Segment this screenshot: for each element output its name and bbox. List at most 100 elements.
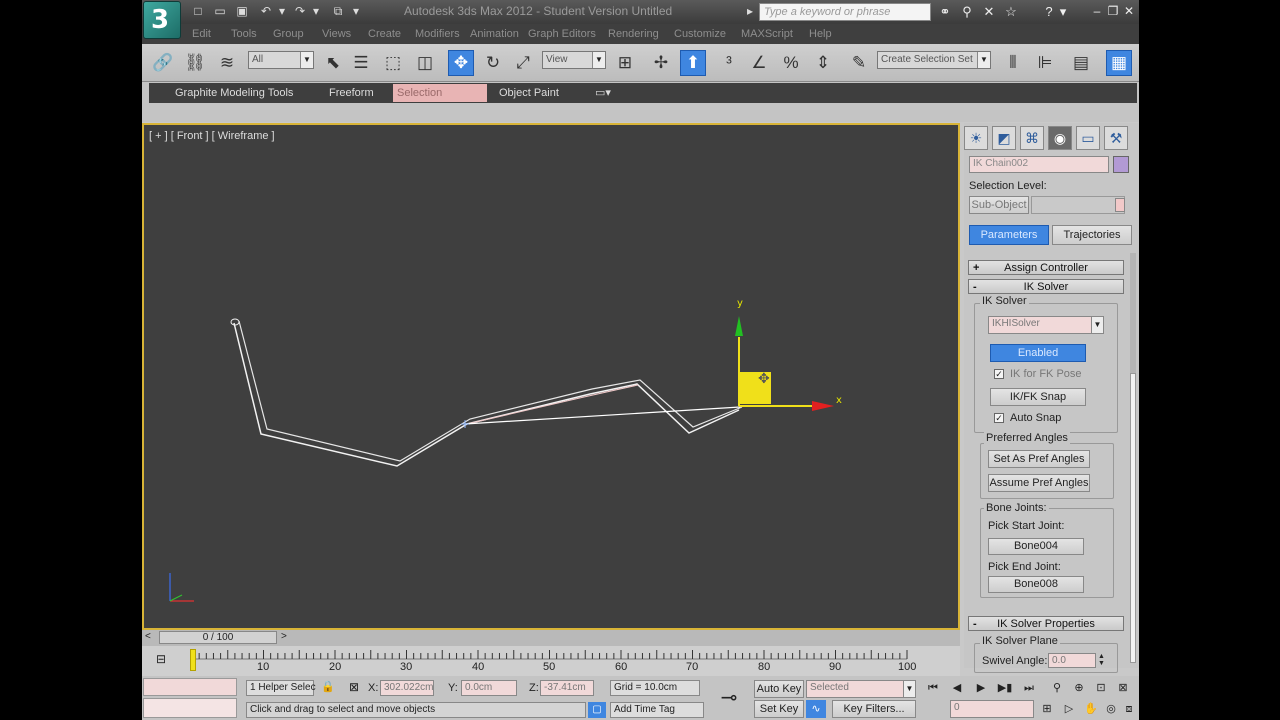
mirror-icon[interactable]: ⫴ [1000, 50, 1026, 76]
create-panel-icon[interactable]: ☀ [964, 126, 988, 150]
snaps-toggle-icon[interactable]: ³ [716, 50, 742, 76]
motion-panel-icon[interactable]: ◉ [1048, 126, 1072, 150]
maximize-viewport-icon[interactable]: ⧈ [1120, 700, 1138, 718]
menu-views[interactable]: Views [322, 28, 351, 40]
gizmo-y-arrow-icon[interactable] [735, 316, 743, 336]
select-object-icon[interactable]: ⬉ [320, 50, 346, 76]
set-key-button[interactable]: Set Key [754, 700, 804, 718]
tab-object-paint[interactable]: Object Paint [495, 84, 563, 102]
help-icon[interactable]: ? [1040, 3, 1058, 21]
menu-create[interactable]: Create [368, 28, 401, 40]
tab-graphite-modeling-tools[interactable]: Graphite Modeling Tools [171, 84, 297, 102]
assume-pref-angles-button[interactable]: Assume Pref Angles [988, 474, 1090, 492]
bind-space-warp-icon[interactable]: ≋ [214, 50, 240, 76]
auto-key-button[interactable]: Auto Key [754, 680, 804, 698]
track-bar-key-marker[interactable] [190, 649, 196, 671]
lock-icon[interactable]: 🔒 [320, 680, 336, 696]
tab-parameters[interactable]: Parameters [969, 225, 1049, 245]
zoom-extents-icon[interactable]: ⊡ [1092, 679, 1110, 697]
front-viewport[interactable]: [ + ] [ Front ] [ Wireframe ] + y x ✥ [142, 123, 960, 630]
selection-filter-dropdown[interactable]: All ▼ [248, 51, 314, 69]
rollout-assign-controller[interactable]: + Assign Controller [968, 260, 1124, 275]
menu-graph-editors[interactable]: Graph Editors [528, 28, 596, 40]
unlink-icon[interactable]: ⛓ [182, 50, 208, 76]
object-name-field[interactable]: IK Chain002 [969, 156, 1109, 173]
quick-access-dropdown-icon[interactable]: ▾ [348, 4, 364, 18]
select-manipulate-icon[interactable]: ✢ [648, 50, 674, 76]
z-coordinate-field[interactable]: -37.41cm [540, 680, 594, 696]
align-icon[interactable]: ⊫ [1032, 50, 1058, 76]
time-tag-icon[interactable]: ▢ [588, 702, 606, 718]
x-coordinate-field[interactable]: 302.022cm [380, 680, 434, 696]
display-panel-icon[interactable]: ▭ [1076, 126, 1100, 150]
edit-named-selection-icon[interactable]: ✎ [846, 50, 872, 76]
reference-coordinate-dropdown[interactable]: View ▼ [542, 51, 606, 69]
tab-freeform[interactable]: Freeform [325, 84, 378, 102]
tab-trajectories[interactable]: Trajectories [1052, 225, 1132, 245]
open-file-icon[interactable]: ▭ [212, 4, 228, 18]
undo-dropdown-icon[interactable]: ▾ [274, 4, 290, 18]
ikfk-snap-button[interactable]: IK/FK Snap [990, 388, 1086, 406]
select-and-link-icon[interactable]: 🔗 [150, 50, 176, 76]
select-and-scale-icon[interactable]: ⤢ [510, 50, 536, 76]
utilities-panel-icon[interactable]: ⚒ [1104, 126, 1128, 150]
time-configuration-icon[interactable]: ⊞ [1038, 700, 1056, 718]
spinner-arrows-icon[interactable]: ▲ ▼ [1097, 653, 1106, 668]
ribbon-options-icon[interactable]: ▭▾ [591, 84, 617, 102]
object-color-swatch[interactable] [1113, 156, 1129, 173]
time-slider-next-icon[interactable]: > [281, 631, 287, 642]
select-and-rotate-icon[interactable]: ↻ [480, 50, 506, 76]
select-by-name-icon[interactable]: ☰ [348, 50, 374, 76]
bone-chain[interactable] [230, 318, 743, 467]
menu-group[interactable]: Group [273, 28, 304, 40]
keyboard-shortcut-override-icon[interactable]: ⬆ [680, 50, 706, 76]
menu-rendering[interactable]: Rendering [608, 28, 659, 40]
rollout-ik-solver-properties[interactable]: - IK Solver Properties [968, 616, 1124, 631]
time-slider-prev-icon[interactable]: < [145, 631, 151, 642]
next-frame-icon[interactable]: ▶▮ [996, 679, 1014, 697]
menu-tools[interactable]: Tools [231, 28, 257, 40]
auto-snap-checkbox[interactable]: ✓ [994, 413, 1004, 423]
sub-object-button[interactable]: Sub-Object [969, 196, 1029, 214]
swivel-angle-spinner[interactable]: 0.0 [1048, 653, 1096, 668]
play-icon[interactable]: ▶ [972, 679, 990, 697]
pivot-center-icon[interactable]: ⊞ [612, 50, 638, 76]
hierarchy-panel-icon[interactable]: ⌘ [1020, 126, 1044, 150]
ik-for-fk-pose-checkbox[interactable]: ✓ [994, 369, 1004, 379]
menu-maxscript[interactable]: MAXScript [741, 28, 793, 40]
gizmo-x-arrow-icon[interactable] [812, 401, 834, 411]
rollout-ik-solver[interactable]: - IK Solver [968, 279, 1124, 294]
spinner-snap-icon[interactable]: ⇕ [810, 50, 836, 76]
maxscript-listener-field[interactable] [143, 678, 237, 696]
pick-end-joint-button[interactable]: Bone008 [988, 576, 1084, 593]
previous-frame-icon[interactable]: ◀ [948, 679, 966, 697]
zoom-icon[interactable]: ⚲ [1048, 679, 1066, 697]
go-to-start-icon[interactable]: ⏮ [924, 679, 942, 697]
title-arrow-icon[interactable]: ▸ [742, 4, 758, 18]
menu-animation[interactable]: Animation [470, 28, 519, 40]
restore-icon[interactable]: ❐ [1106, 4, 1120, 18]
y-coordinate-field[interactable]: 0.0cm [461, 680, 517, 696]
app-logo-icon[interactable]: 3 [143, 1, 181, 39]
menu-help[interactable]: Help [809, 28, 832, 40]
redo-dropdown-icon[interactable]: ▾ [308, 4, 324, 18]
save-icon[interactable]: ▣ [234, 4, 250, 18]
menu-modifiers[interactable]: Modifiers [415, 28, 460, 40]
menu-edit[interactable]: Edit [192, 28, 211, 40]
angle-snap-icon[interactable]: ∠ [746, 50, 772, 76]
redo-icon[interactable]: ↷ [292, 4, 308, 18]
time-slider-thumb[interactable]: 0 / 100 [159, 631, 277, 644]
tab-selection[interactable]: Selection [393, 84, 487, 102]
rectangular-selection-icon[interactable]: ⬚ [380, 50, 406, 76]
absolute-mode-icon[interactable]: ⊠ [346, 680, 362, 696]
menu-customize[interactable]: Customize [674, 28, 726, 40]
project-folder-icon[interactable]: ⧉ [330, 4, 346, 18]
layer-manager-icon[interactable]: ▤ [1068, 50, 1094, 76]
favorites-star-icon[interactable]: ☆ [1002, 3, 1020, 21]
minimize-icon[interactable]: – [1090, 4, 1104, 18]
communication-center-icon[interactable]: ✕ [980, 3, 998, 21]
field-of-view-icon[interactable]: ▷ [1060, 700, 1078, 718]
pick-start-joint-button[interactable]: Bone004 [988, 538, 1084, 555]
new-file-icon[interactable]: □ [190, 4, 206, 18]
set-key-mode-icon[interactable]: ⊸ [712, 684, 746, 712]
